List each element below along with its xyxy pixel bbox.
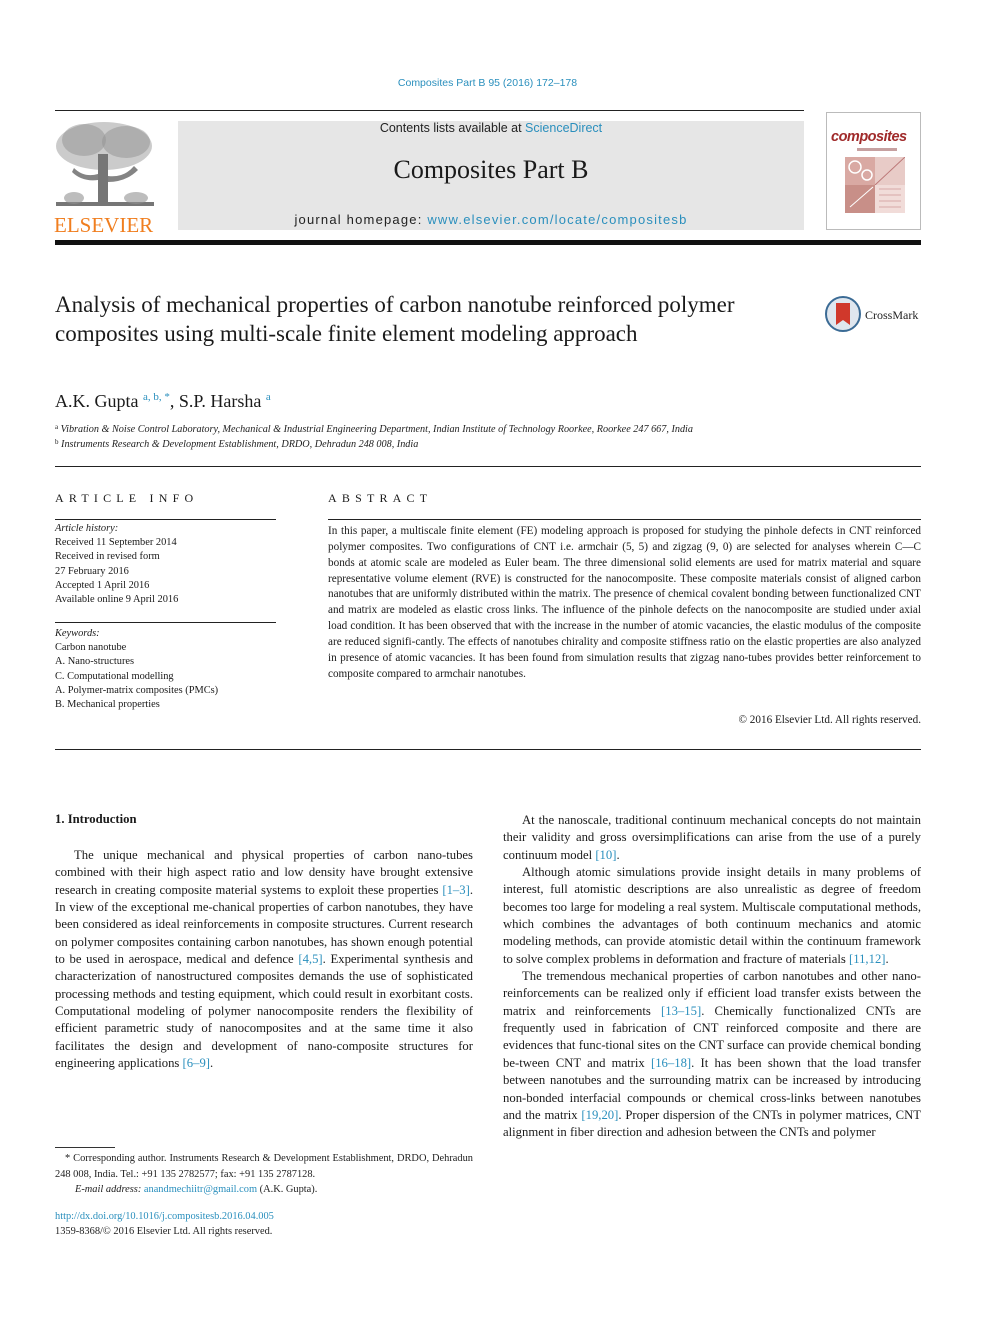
header-thick-rule xyxy=(55,240,921,245)
paragraph-text: . Experimental synthesis and characteriz… xyxy=(55,952,473,1071)
citation-link[interactable]: [10] xyxy=(595,848,616,862)
crossmark-icon xyxy=(825,296,861,332)
history-item: Received 11 September 2014 xyxy=(55,537,177,549)
email-suffix: (A.K. Gupta). xyxy=(257,1184,318,1195)
history-item: Accepted 1 April 2016 xyxy=(55,579,150,591)
issn-copyright: 1359-8368/© 2016 Elsevier Ltd. All right… xyxy=(55,1226,273,1237)
contents-prefix: Contents lists available at xyxy=(379,121,526,135)
citation-link[interactable]: [13–15] xyxy=(661,1004,701,1018)
body-right-column: At the nanoscale, traditional continuum … xyxy=(503,812,921,1142)
history-item: Available online 9 April 2016 xyxy=(55,594,179,606)
keywords-rule xyxy=(55,622,276,623)
journal-citation-link[interactable]: Composites Part B 95 (2016) 172–178 xyxy=(0,77,975,89)
article-history: Article history: Received 11 September 2… xyxy=(55,522,280,607)
sciencedirect-link[interactable]: ScienceDirect xyxy=(525,121,602,135)
abstract-divider xyxy=(55,749,921,750)
article-info-heading: ARTICLE INFO xyxy=(55,491,199,505)
affiliation-a: a Vibration & Noise Control Laboratory, … xyxy=(55,423,693,435)
abstract-rule xyxy=(328,519,921,520)
keyword-item: Carbon nanotube xyxy=(55,642,127,654)
article-info-rule xyxy=(55,519,276,520)
citation-link[interactable]: [4,5] xyxy=(298,952,322,966)
paragraph-text: Although atomic simulations provide insi… xyxy=(503,865,921,966)
paragraph-text: . xyxy=(210,1056,214,1071)
keyword-item: A. Nano-structures xyxy=(55,656,135,668)
corresponding-author-note: * Corresponding author. Instruments Rese… xyxy=(55,1153,473,1180)
affiliation-b: b Instruments Research & Development Est… xyxy=(55,438,418,450)
paragraph-text: . xyxy=(885,951,889,966)
affiliation-text: Vibration & Noise Control Laboratory, Me… xyxy=(60,424,693,435)
journal-masthead: Contents lists available at ScienceDirec… xyxy=(178,121,804,230)
keyword-item: B. Mechanical properties xyxy=(55,699,160,711)
email-link[interactable]: anandmechiitr@gmail.com xyxy=(144,1184,257,1195)
homepage-line: journal homepage: www.elsevier.com/locat… xyxy=(178,212,804,227)
crossmark-label: CrossMark xyxy=(865,308,919,322)
keywords-list: Keywords: Carbon nanotube A. Nano-struct… xyxy=(55,627,280,712)
cover-title: composites xyxy=(831,129,907,145)
abstract-heading: ABSTRACT xyxy=(328,491,433,505)
abstract-text: In this paper, a multiscale finite eleme… xyxy=(328,525,921,680)
body-left-column: The unique mechanical and physical prope… xyxy=(55,847,473,1072)
journal-homepage-link[interactable]: www.elsevier.com/locate/compositesb xyxy=(427,212,687,227)
body-paragraph: Although atomic simulations provide insi… xyxy=(503,864,921,968)
journal-cover-thumbnail[interactable]: composites xyxy=(826,112,921,230)
doi-link[interactable]: http://dx.doi.org/10.1016/j.compositesb.… xyxy=(55,1211,274,1222)
body-paragraph: The unique mechanical and physical prope… xyxy=(55,847,473,1072)
article-title: Analysis of mechanical properties of car… xyxy=(55,292,735,346)
affiliation-mark: a xyxy=(55,423,59,431)
author-list: A.K. Gupta a, b, *, S.P. Harsha a xyxy=(55,391,271,412)
elsevier-wordmark: ELSEVIER xyxy=(54,213,154,237)
keyword-item: A. Polymer-matrix composites (PMCs) xyxy=(55,684,219,696)
author-affiliation-marks[interactable]: a xyxy=(266,391,271,403)
history-item: 27 February 2016 xyxy=(55,565,129,577)
author-separator: , xyxy=(169,391,179,411)
affiliation-mark: b xyxy=(55,438,59,446)
email-note: E-mail address: anandmechiitr@gmail.com … xyxy=(55,1182,473,1198)
body-paragraph: The tremendous mechanical properties of … xyxy=(503,968,921,1141)
paragraph-text: . xyxy=(616,847,620,862)
keywords-label: Keywords: xyxy=(55,628,100,639)
history-item: Received in revised form xyxy=(55,551,160,563)
citation-link[interactable]: [6–9] xyxy=(183,1056,210,1070)
history-label: Article history: xyxy=(55,523,119,534)
abstract-copyright: © 2016 Elsevier Ltd. All rights reserved… xyxy=(738,714,922,726)
affiliation-text: Instruments Research & Development Estab… xyxy=(61,439,419,450)
body-paragraph: At the nanoscale, traditional continuum … xyxy=(503,812,921,864)
header-top-rule xyxy=(55,110,804,111)
citation-link[interactable]: [11,12] xyxy=(849,952,886,966)
cover-subtitle-bar xyxy=(857,148,897,151)
homepage-prefix: journal homepage: xyxy=(294,212,428,227)
tree-icon xyxy=(56,122,154,206)
citation-link[interactable]: [16–18] xyxy=(651,1056,691,1070)
title-divider xyxy=(55,466,921,467)
cover-artwork xyxy=(845,157,905,213)
email-label: E-mail address: xyxy=(75,1184,144,1195)
citation-link[interactable]: [19,20] xyxy=(581,1108,618,1122)
crossmark-button[interactable]: CrossMark xyxy=(825,296,925,336)
author-name[interactable]: S.P. Harsha xyxy=(179,391,262,411)
author-affiliation-marks[interactable]: a, b, * xyxy=(143,391,170,403)
contents-line: Contents lists available at ScienceDirec… xyxy=(178,121,804,135)
paragraph-text: The unique mechanical and physical prope… xyxy=(55,848,473,897)
journal-title: Composites Part B xyxy=(393,155,589,184)
author-name[interactable]: A.K. Gupta xyxy=(55,391,139,411)
footnote-rule xyxy=(55,1147,115,1148)
citation-link[interactable]: [1–3] xyxy=(442,883,469,897)
paragraph-text: At the nanoscale, traditional continuum … xyxy=(503,813,921,862)
keyword-item: C. Computational modelling xyxy=(55,670,174,682)
section-heading-introduction: 1. Introduction xyxy=(55,812,137,826)
